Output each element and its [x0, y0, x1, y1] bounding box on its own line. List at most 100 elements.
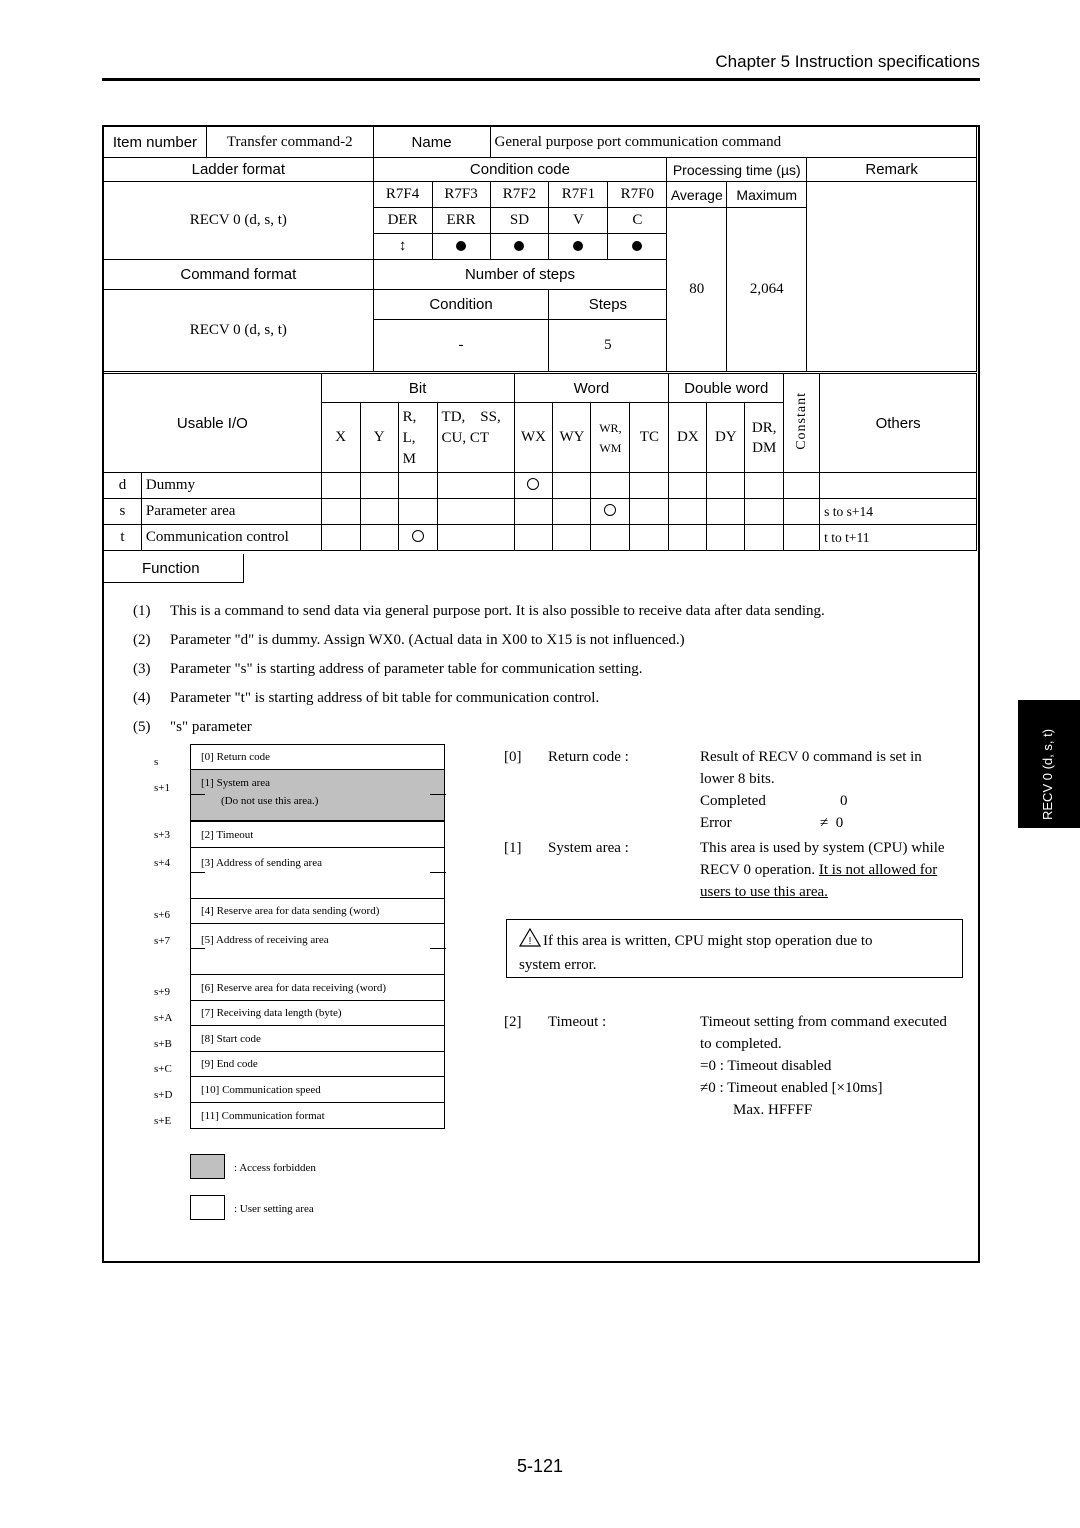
maximum-value: 2,064	[726, 207, 808, 372]
map-offset: s+1	[154, 782, 170, 794]
param-name: Dummy	[140, 472, 322, 499]
map-row-timeout: [2] Timeout	[190, 821, 445, 848]
map-row-end-code: [9] End code	[190, 1051, 445, 1077]
col-dx: DX	[668, 402, 708, 473]
condition-register: R7F4	[372, 181, 433, 208]
word-divider	[190, 872, 205, 873]
legend-label: : Access forbidden	[234, 1162, 316, 1174]
map-offset: s+3	[154, 829, 170, 841]
group-constant: Constant	[783, 373, 821, 473]
param-id: d	[103, 472, 142, 499]
word-divider	[430, 794, 446, 795]
word-divider	[430, 948, 446, 949]
table-row: d Dummy	[103, 472, 977, 499]
map-row-receiving-length: [7] Receiving data length (byte)	[190, 1000, 445, 1026]
map-offset: s+B	[154, 1038, 172, 1050]
condition-register: R7F2	[489, 181, 550, 208]
map-offset: s+D	[154, 1089, 173, 1101]
warning-text: system error.	[519, 957, 597, 973]
word-divider	[430, 872, 446, 873]
map-offset: s+9	[154, 986, 170, 998]
param-name: Parameter area	[140, 498, 322, 525]
item-number-value: Transfer command-2	[205, 126, 374, 158]
desc-name: Timeout :	[548, 1014, 607, 1030]
desc-text: ≠0 : Timeout enabled [×10ms]	[700, 1080, 883, 1096]
condition-name: V	[548, 207, 609, 234]
average-value: 80	[666, 207, 728, 372]
desc-index: [0]	[504, 749, 522, 765]
warning-icon: !	[518, 927, 542, 954]
maximum-label: Maximum	[726, 181, 808, 208]
map-row-communication-format: [11] Communication format	[190, 1102, 445, 1129]
map-row-start-code: [8] Start code	[190, 1025, 445, 1052]
desc-text: Max. HFFFF	[733, 1102, 813, 1118]
map-offset: s	[154, 756, 159, 768]
param-others: s to s+14	[819, 498, 977, 525]
condition-name: ERR	[431, 207, 491, 234]
col-rlm: R, L, M	[397, 402, 438, 473]
desc-error-label: Error	[700, 815, 732, 831]
filled-dot-icon	[431, 233, 491, 260]
steps-value: 5	[548, 319, 668, 372]
condition-name: DER	[372, 207, 433, 234]
map-offset: s+7	[154, 935, 170, 947]
function-item: (5) "s" parameter	[133, 719, 252, 735]
allowed-circle-icon	[513, 472, 554, 499]
condition-code-label: Condition code	[372, 157, 668, 182]
map-offset: s+C	[154, 1063, 172, 1075]
function-item: (2) Parameter "d" is dummy. Assign WX0. (…	[133, 632, 685, 648]
svg-text:!: !	[529, 936, 532, 947]
col-tc: TC	[629, 402, 670, 473]
remark-value	[806, 181, 977, 372]
desc-completed-value: 0	[840, 793, 848, 809]
param-others	[819, 472, 977, 499]
col-wx: WX	[513, 402, 554, 473]
map-row-receiving-address: [5] Address of receiving area	[190, 923, 445, 975]
desc-index: [2]	[504, 1014, 522, 1030]
desc-index: [1]	[504, 840, 522, 856]
map-offset: s+6	[154, 909, 170, 921]
map-row-reserve-sending: [4] Reserve area for data sending (word)	[190, 898, 445, 924]
param-name: Communication control	[140, 524, 322, 551]
filled-dot-icon	[607, 233, 668, 260]
allowed-circle-icon	[590, 498, 631, 525]
legend-swatch-forbidden	[190, 1154, 225, 1179]
name-value: General purpose port communication comma…	[489, 126, 977, 158]
desc-text: =0 : Timeout disabled	[700, 1058, 832, 1074]
updown-arrow-icon: ↕	[372, 233, 433, 260]
param-id: t	[103, 524, 142, 551]
condition-name: C	[607, 207, 668, 234]
command-format-label: Command format	[103, 259, 374, 290]
desc-completed-label: Completed	[700, 793, 766, 809]
table-row: t Communication control t to t+11	[103, 524, 977, 551]
desc-name: Return code :	[548, 749, 629, 765]
function-item: (3) Parameter "s" is starting address of …	[133, 661, 643, 677]
item-number-label: Item number	[103, 126, 207, 158]
spec-table: Item number Transfer command-2 Name Gene…	[103, 126, 977, 372]
condition-register: R7F1	[548, 181, 609, 208]
condition-register: R7F3	[431, 181, 491, 208]
map-row-system-area: [1] System area (Do not use this area.)	[190, 769, 445, 821]
word-divider	[190, 794, 205, 795]
map-row-sending-address: [3] Address of sending area	[190, 847, 445, 899]
legend-swatch-user	[190, 1195, 225, 1220]
map-offset: s+4	[154, 857, 170, 869]
map-offset: s+E	[154, 1115, 172, 1127]
condition-register: R7F0	[607, 181, 668, 208]
number-of-steps-label: Number of steps	[372, 259, 668, 290]
desc-error-value: ≠ 0	[820, 815, 844, 831]
map-row-communication-speed: [10] Communication speed	[190, 1076, 445, 1103]
group-double-word: Double word	[668, 373, 785, 403]
map-offset: s+A	[154, 1012, 173, 1024]
map-row-return-code: [0] Return code	[190, 744, 445, 770]
group-word: Word	[513, 373, 670, 403]
header-rule	[102, 78, 980, 81]
col-x: X	[320, 402, 361, 473]
name-label: Name	[372, 126, 491, 158]
average-label: Average	[666, 181, 728, 208]
col-y: Y	[359, 402, 399, 473]
param-others: t to t+11	[819, 524, 977, 551]
ladder-format-label: Ladder format	[103, 157, 374, 182]
usable-io-table: Usable I/O Bit Word Double word Constant…	[103, 373, 977, 551]
page-number: 5-121	[516, 1456, 564, 1476]
